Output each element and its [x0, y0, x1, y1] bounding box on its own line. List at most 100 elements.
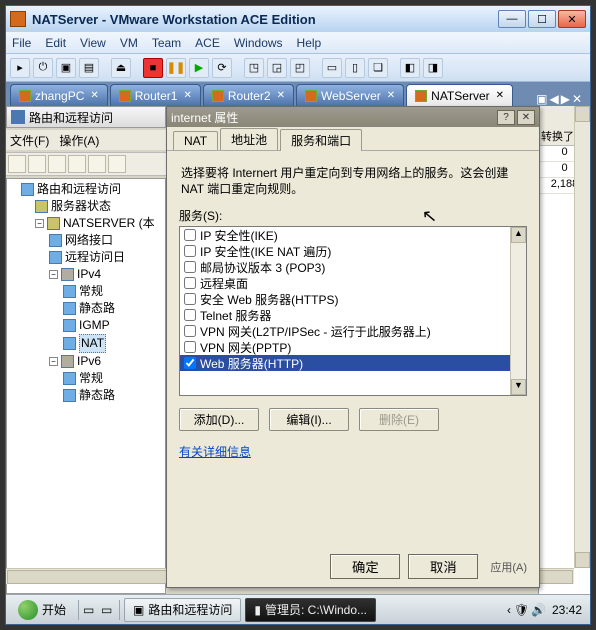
start-button[interactable]: 开始	[10, 598, 74, 622]
service-checkbox[interactable]	[184, 293, 196, 305]
tab-new-icon[interactable]: ▣	[536, 92, 547, 106]
menu-vm[interactable]: VM	[120, 36, 138, 50]
cancel-button[interactable]: 取消	[408, 554, 478, 579]
menu-team[interactable]: Team	[152, 36, 181, 50]
service-checkbox[interactable]	[184, 229, 196, 241]
tab-prev-icon[interactable]: ◀	[549, 92, 558, 106]
menu-edit[interactable]: Edit	[45, 36, 66, 50]
content-scrollbar-v[interactable]	[574, 106, 590, 568]
task-cmd[interactable]: ▮管理员: C:\Windo...	[245, 598, 376, 622]
tree-netif[interactable]: 网络接口	[49, 232, 165, 249]
close-icon[interactable]: ✕	[277, 90, 285, 101]
ok-button[interactable]: 确定	[330, 554, 400, 579]
scroll-up-icon[interactable]	[575, 106, 590, 122]
service-checkbox[interactable]	[184, 325, 196, 337]
tree-ipv4-general[interactable]: 常规	[63, 283, 165, 300]
tree-ipv4[interactable]: −IPv4	[49, 266, 165, 283]
edit-button[interactable]: 编辑(I)...	[269, 408, 349, 431]
tree-ipv4-static[interactable]: 静态路	[63, 300, 165, 317]
mmc-window-title[interactable]: 路由和远程访问	[6, 106, 166, 128]
tab-next-icon[interactable]: ▶	[561, 92, 570, 106]
collapse-icon[interactable]: −	[49, 357, 58, 366]
tab-webserver[interactable]: WebServer✕	[296, 84, 404, 106]
tool-pause-icon[interactable]: ❚❚	[166, 58, 186, 78]
add-button[interactable]: 添加(D)...	[179, 408, 259, 431]
tool-misc2-icon[interactable]: ◨	[423, 58, 443, 78]
tab-nat[interactable]: NAT	[173, 131, 218, 150]
help-button[interactable]: ?	[497, 110, 515, 125]
scrollbar[interactable]: ▲ ▼	[510, 227, 526, 395]
tool-misc1-icon[interactable]: ◧	[400, 58, 420, 78]
menu-ace[interactable]: ACE	[195, 36, 220, 50]
titlebar[interactable]: NATServer - VMware Workstation ACE Editi…	[6, 6, 590, 32]
minimize-button[interactable]: —	[498, 10, 526, 28]
tree-ipv6-general[interactable]: 常规	[63, 370, 165, 387]
tab-router2[interactable]: Router2✕	[203, 84, 294, 106]
dialog-titlebar[interactable]: internet 属性 ? ✕	[167, 107, 539, 127]
service-checkbox[interactable]	[184, 261, 196, 273]
tray-icon[interactable]: 🛡	[514, 603, 528, 617]
tool-snapshot-icon[interactable]: ▣	[56, 58, 76, 78]
mmc-up-icon[interactable]	[48, 155, 66, 173]
tool-full2-icon[interactable]: ▯	[345, 58, 365, 78]
service-item[interactable]: IP 安全性(IKE)	[180, 227, 510, 243]
service-item[interactable]: VPN 网关(L2TP/IPSec - 运行于此服务器上)	[180, 323, 510, 339]
collapse-icon[interactable]: −	[49, 270, 58, 279]
tool-snap3-icon[interactable]: ◰	[290, 58, 310, 78]
service-checkbox[interactable]	[184, 309, 196, 321]
service-item[interactable]: 邮局协议版本 3 (POP3)	[180, 259, 510, 275]
close-icon[interactable]: ✕	[183, 90, 191, 101]
scroll-up-icon[interactable]: ▲	[511, 227, 526, 243]
tree-server-node[interactable]: −NATSERVER (本	[35, 215, 165, 232]
close-button[interactable]: ✕	[558, 10, 586, 28]
mmc-help-icon[interactable]	[108, 155, 126, 173]
service-checkbox[interactable]	[184, 341, 196, 353]
tab-zhangpc[interactable]: zhangPC✕	[10, 84, 108, 106]
service-checkbox[interactable]	[184, 357, 196, 369]
task-rras[interactable]: ▣路由和远程访问	[124, 598, 241, 622]
close-icon[interactable]: ✕	[387, 90, 395, 101]
tab-services-ports[interactable]: 服务和端口	[280, 129, 362, 151]
tool-suspend-icon[interactable]: ⏻	[33, 58, 53, 78]
close-button[interactable]: ✕	[517, 110, 535, 125]
mmc-props-icon[interactable]	[88, 155, 106, 173]
tool-eject-icon[interactable]: ⏏	[111, 58, 131, 78]
service-item[interactable]: 安全 Web 服务器(HTTPS)	[180, 291, 510, 307]
tool-snap2-icon[interactable]: ◲	[267, 58, 287, 78]
quicklaunch-icon[interactable]: ▭	[101, 603, 115, 617]
service-item[interactable]: Web 服务器(HTTP)	[180, 355, 510, 371]
delete-button[interactable]: 删除(E)	[359, 408, 439, 431]
more-info-link[interactable]: 有关详细信息	[179, 443, 251, 460]
close-icon[interactable]: ✕	[90, 90, 98, 101]
tab-address-pool[interactable]: 地址池	[220, 128, 278, 150]
close-icon[interactable]: ✕	[496, 90, 504, 101]
service-item[interactable]: 远程桌面	[180, 275, 510, 291]
services-listbox[interactable]: IP 安全性(IKE)IP 安全性(IKE NAT 遍历)邮局协议版本 3 (P…	[179, 226, 527, 396]
service-item[interactable]: IP 安全性(IKE NAT 遍历)	[180, 243, 510, 259]
tree-remote-log[interactable]: 远程访问日	[49, 249, 165, 266]
clock[interactable]: 23:42	[552, 603, 582, 617]
mmc-tree[interactable]: 路由和远程访问 服务器状态 −NATSERVER (本 网络接口 远程访问日 −…	[6, 178, 166, 594]
service-checkbox[interactable]	[184, 277, 196, 289]
scroll-down-icon[interactable]	[575, 552, 590, 568]
menu-windows[interactable]: Windows	[234, 36, 283, 50]
tree-server-status[interactable]: 服务器状态	[35, 198, 165, 215]
mmc-back-icon[interactable]	[8, 155, 26, 173]
tool-unity-icon[interactable]: ❏	[368, 58, 388, 78]
tree-root[interactable]: 路由和远程访问	[21, 181, 165, 198]
collapse-icon[interactable]: −	[35, 219, 44, 228]
mmc-refresh-icon[interactable]	[68, 155, 86, 173]
tool-reset-icon[interactable]: ⟳	[212, 58, 232, 78]
tool-poweron-icon[interactable]: ▸	[10, 58, 30, 78]
service-checkbox[interactable]	[184, 245, 196, 257]
menu-view[interactable]: View	[80, 36, 106, 50]
tab-close-icon[interactable]: ✕	[572, 92, 582, 106]
tab-natserver[interactable]: NATServer✕	[406, 84, 513, 106]
service-item[interactable]: Telnet 服务器	[180, 307, 510, 323]
tool-play-icon[interactable]: ▶	[189, 58, 209, 78]
tray-icon[interactable]: 🔊	[531, 603, 545, 617]
quicklaunch-icon[interactable]: ▭	[83, 603, 97, 617]
tool-full1-icon[interactable]: ▭	[322, 58, 342, 78]
tab-router1[interactable]: Router1✕	[110, 84, 201, 106]
maximize-button[interactable]: ☐	[528, 10, 556, 28]
